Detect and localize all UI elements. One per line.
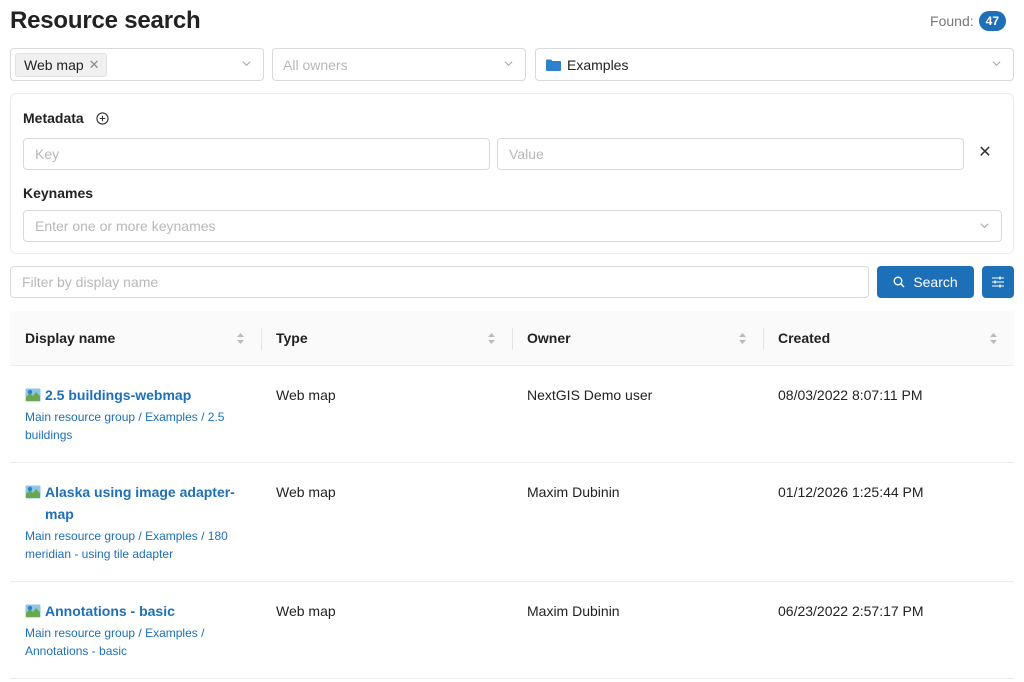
breadcrumb-link[interactable]: Examples [145,529,198,543]
folder-icon [546,59,561,71]
webmap-icon [25,388,41,402]
breadcrumb-link[interactable]: Examples [145,626,198,640]
chevron-down-icon [992,61,1001,67]
metadata-value-input[interactable] [497,138,964,170]
column-label: Type [276,330,308,346]
column-label: Owner [527,330,571,346]
column-owner[interactable]: Owner [512,311,763,365]
metadata-label: Metadata [23,110,84,126]
page-header: Resource search Found: 47 [10,6,1006,36]
sort-icon [488,333,495,344]
created-cell: 08/03/2022 8:07:11 PM [778,387,923,403]
breadcrumb-link[interactable]: Main resource group [25,410,135,424]
advanced-filters-button[interactable] [982,266,1014,298]
display-name-cell: Annotations - basic Main resource group … [10,582,261,678]
column-label: Created [778,330,831,346]
chevron-down-icon [242,61,251,67]
webmap-icon [25,485,41,499]
display-name-cell: Alaska using image adapter-map Main reso… [10,463,261,581]
table-row: Alaska using image adapter-map Main reso… [10,463,1014,582]
breadcrumb: Main resource group / Examples / 180 mer… [25,529,228,561]
breadcrumb-link[interactable]: Main resource group [25,529,135,543]
created-cell: 06/23/2022 2:57:17 PM [778,603,924,619]
found-counter: Found: 47 [930,11,1006,31]
search-icon [893,276,905,288]
webmap-icon [25,604,41,618]
found-count-badge: 47 [978,11,1006,31]
metadata-heading: Metadata [23,110,109,126]
owner-cell: Maxim Dubinin [527,484,620,500]
keynames-label: Keynames [23,185,94,201]
type-cell: Web map [276,387,336,403]
owner-cell: Maxim Dubinin [527,603,620,619]
column-created[interactable]: Created [763,311,1014,365]
breadcrumb: Main resource group / Examples / 2.5 bui… [25,410,225,442]
resource-link[interactable]: 2.5 buildings-webmap [25,384,246,406]
chevron-down-icon [980,223,989,229]
type-cell: Web map [276,603,336,619]
resource-type-select[interactable]: Web map ✕ [10,48,264,81]
owner-placeholder: All owners [283,56,348,73]
resource-link[interactable]: Alaska using image adapter-map [25,481,246,525]
column-type[interactable]: Type [261,311,512,365]
type-tag: Web map ✕ [15,52,107,77]
owner-cell: NextGIS Demo user [527,387,653,403]
sort-icon [990,333,997,344]
breadcrumb-link[interactable]: Examples [145,410,198,424]
sort-icon [237,333,244,344]
sliders-icon [992,276,1004,288]
type-tag-label: Web map [24,56,84,73]
metadata-key-input[interactable] [23,138,490,170]
add-metadata-icon[interactable] [96,111,109,125]
table-row: Annotations - basic Main resource group … [10,582,1014,679]
keynames-placeholder: Enter one or more keynames [35,218,216,234]
resource-name: 2.5 buildings-webmap [45,387,192,403]
breadcrumb: Main resource group / Examples / Annotat… [25,626,205,658]
resource-link[interactable]: Annotations - basic [25,600,246,622]
type-cell: Web map [276,484,336,500]
owner-select[interactable]: All owners [272,48,526,81]
table-row: 2.5 buildings-webmap Main resource group… [10,366,1014,463]
chevron-down-icon [504,61,513,67]
resource-name: Alaska using image adapter-map [45,484,235,522]
keynames-select[interactable]: Enter one or more keynames [23,210,1002,242]
page-title: Resource search [10,7,201,34]
resource-name: Annotations - basic [45,603,175,619]
folder-value: Examples [546,57,628,73]
breadcrumb-link[interactable]: Annotations - basic [25,644,127,658]
folder-label: Examples [567,56,629,73]
display-name-cell: 2.5 buildings-webmap Main resource group… [10,366,261,462]
created-cell: 01/12/2026 1:25:44 PM [778,484,924,500]
column-display-name[interactable]: Display name [10,311,261,365]
results-table: Display name Type Owner Created 2.5 buil… [10,311,1014,679]
search-button-label: Search [913,274,958,290]
remove-metadata-close-icon[interactable]: ✕ [977,145,993,162]
folder-select[interactable]: Examples [535,48,1014,81]
breadcrumb-link[interactable]: Main resource group [25,626,135,640]
found-label: Found: [930,13,974,29]
column-label: Display name [25,330,116,346]
sort-icon [739,333,746,344]
close-icon[interactable]: ✕ [89,57,100,73]
metadata-panel: Metadata ✕ Keynames Enter one or more ke… [10,93,1014,254]
table-header: Display name Type Owner Created [10,311,1014,366]
display-name-filter-input[interactable] [10,266,869,298]
search-button[interactable]: Search [877,266,974,298]
